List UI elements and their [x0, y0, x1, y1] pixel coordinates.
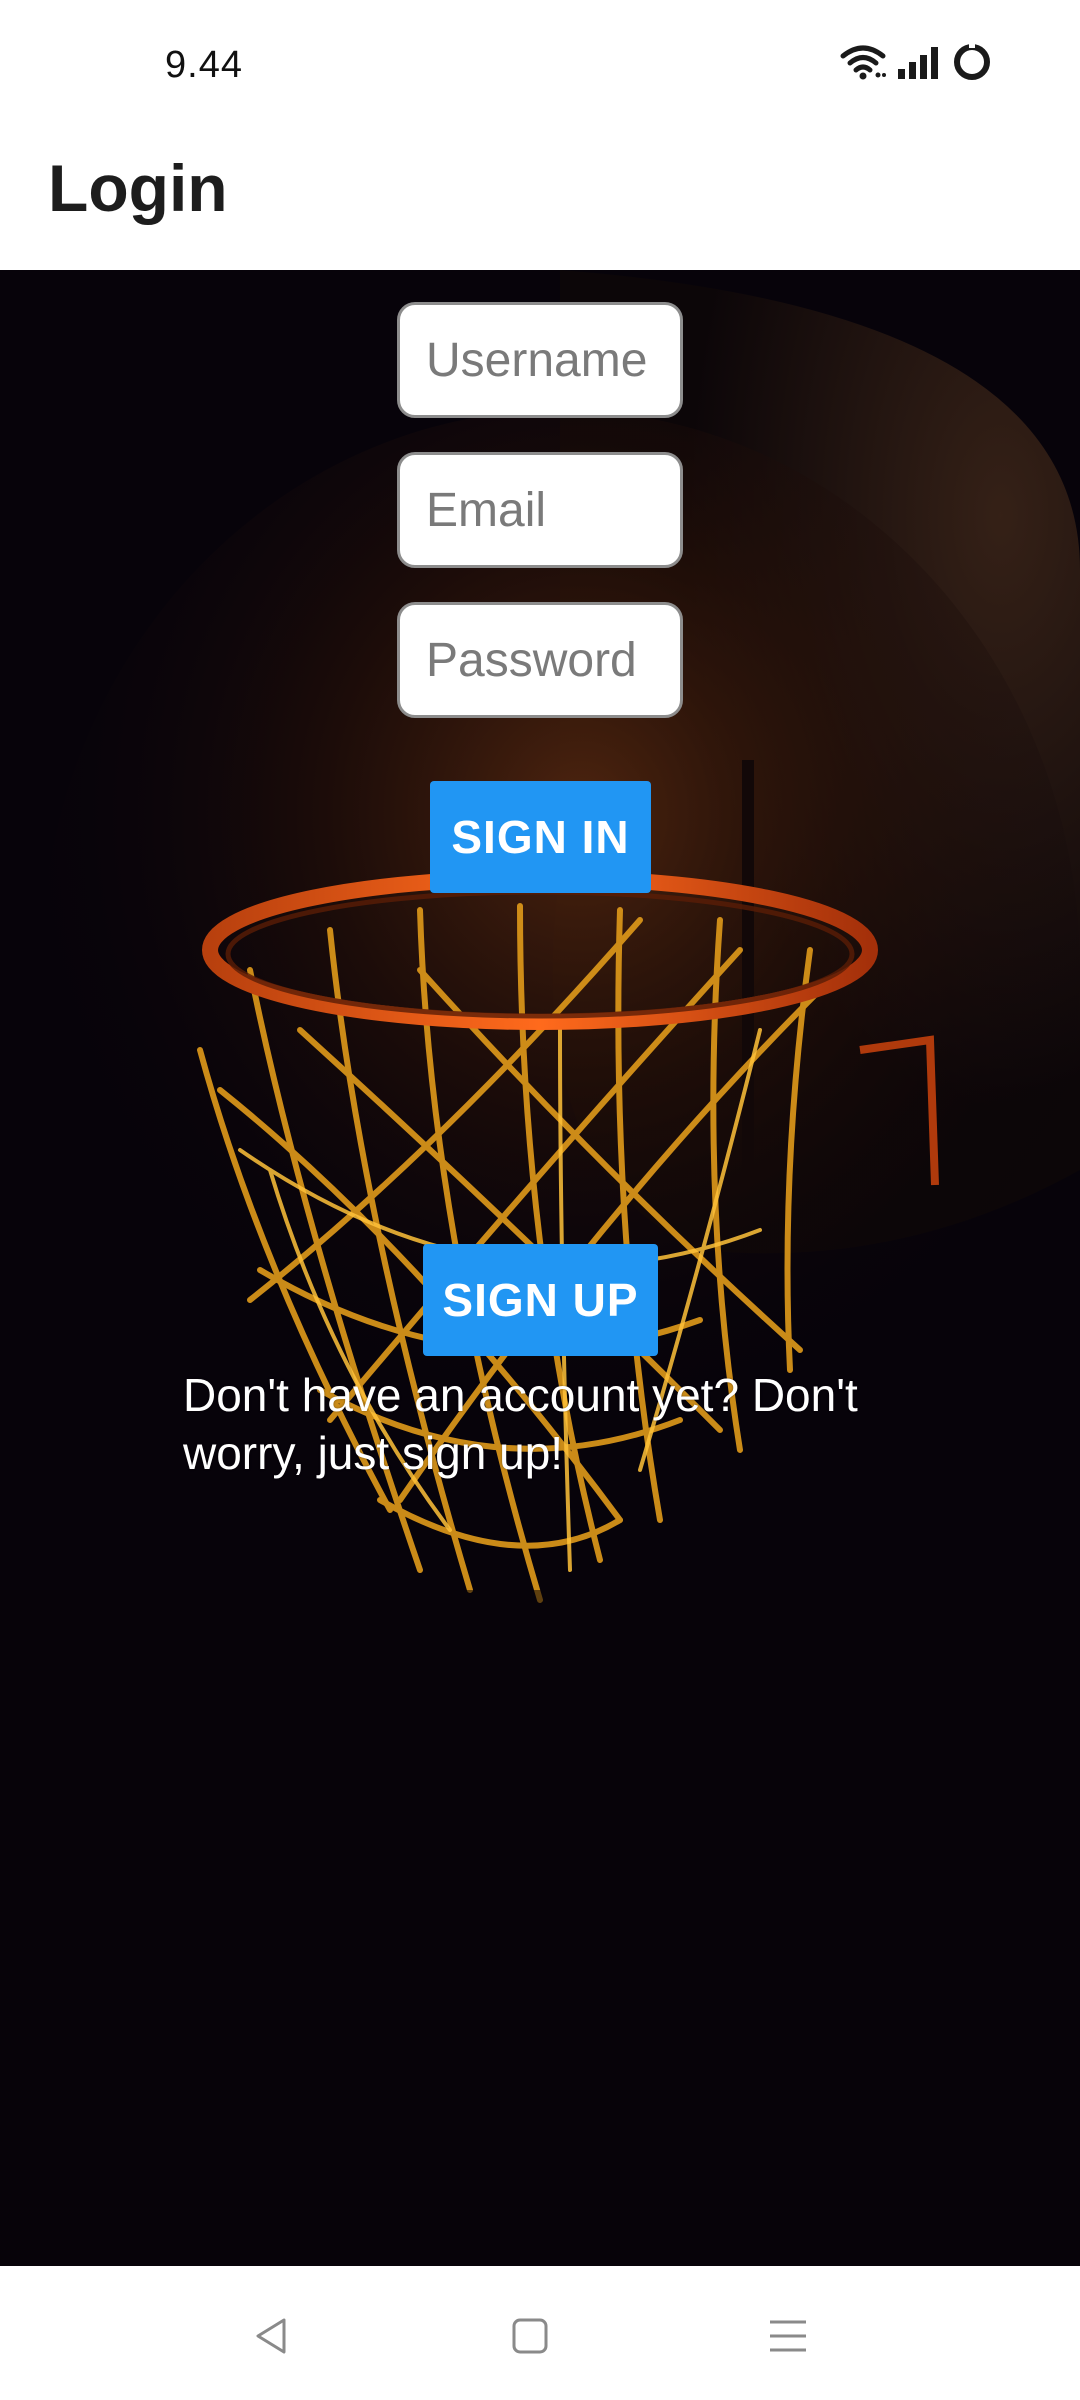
status-bar: 9.44 [0, 0, 1080, 134]
page-title: Login [48, 151, 228, 225]
wifi-icon [840, 44, 886, 85]
password-input[interactable] [397, 602, 683, 718]
signup-prompt: Don't have an account yet? Don't worry, … [183, 1369, 858, 1479]
back-icon[interactable] [242, 2306, 302, 2366]
login-content: SIGN IN Don't have an account yet? Don't… [0, 270, 1080, 2266]
sign-up-button[interactable]: SIGN UP [423, 1244, 658, 1356]
signal-icon [896, 45, 942, 84]
navigation-bar [0, 2266, 1080, 2400]
status-time: 9.44 [165, 44, 243, 86]
username-input[interactable] [397, 302, 683, 418]
sign-in-button[interactable]: SIGN IN [430, 781, 651, 893]
menu-icon[interactable] [758, 2306, 818, 2366]
login-screen: 9.44 Login Username Email SIGN IN Don't … [0, 0, 1080, 2400]
status-icons [840, 41, 992, 87]
email-input[interactable] [397, 452, 683, 568]
battery-ring-icon [952, 41, 992, 87]
home-icon[interactable] [500, 2306, 560, 2366]
